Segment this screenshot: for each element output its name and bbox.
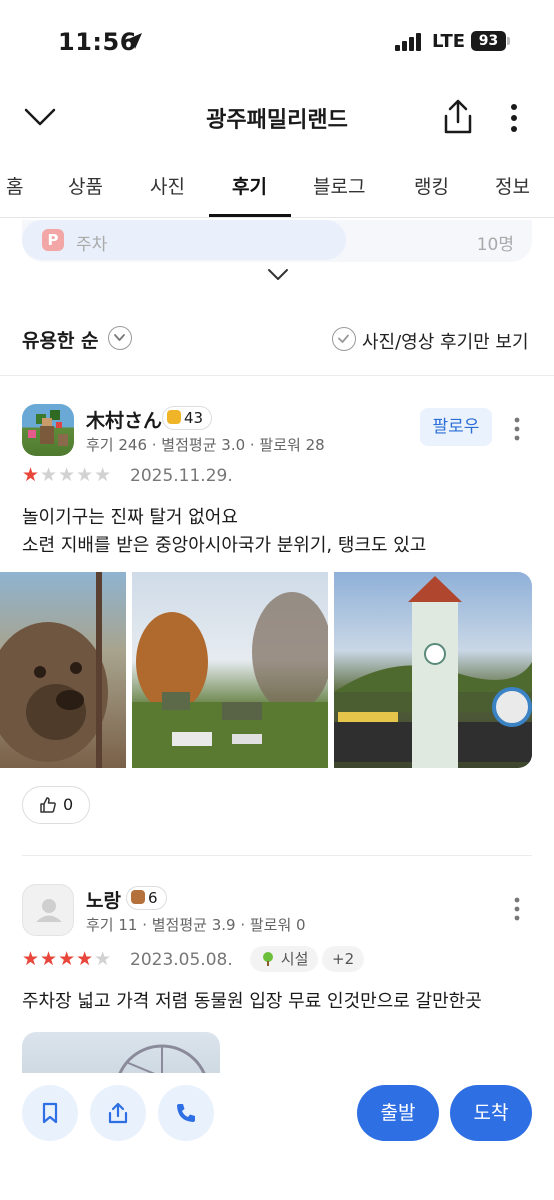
more-vertical-icon[interactable] — [502, 100, 526, 136]
more-tags-chip[interactable]: +2 — [322, 946, 365, 972]
network-type: LTE — [432, 31, 466, 52]
parking-icon: P — [42, 229, 64, 251]
status-bar: 11:56 LTE 93 — [0, 0, 554, 84]
keyword-stat-row[interactable]: P 주차 10명 — [22, 220, 532, 262]
check-circle-icon[interactable] — [332, 327, 356, 351]
call-button[interactable] — [158, 1085, 214, 1141]
tab-reviews[interactable]: 후기 — [232, 172, 267, 199]
review-more-icon[interactable] — [510, 896, 524, 922]
review-text-line: 놀이기구는 진짜 탈거 없어요 — [22, 507, 238, 528]
arrive-button[interactable]: 도착 — [450, 1085, 532, 1141]
photo-filter-label: 사진/영상 후기만 보기 — [362, 332, 529, 353]
sort-row: 유용한 순 사진/영상 후기만 보기 — [0, 318, 554, 360]
level-badge: 43 — [162, 406, 213, 430]
like-button[interactable]: 0 — [22, 786, 90, 824]
sort-dropdown-label[interactable]: 유용한 순 — [22, 326, 99, 353]
share-place-button[interactable] — [90, 1085, 146, 1141]
battery-icon: 93 — [471, 31, 506, 51]
review-card: 노랑 6 후기 11 · 별점평균 3.9 · 팔로워 0 ★★★★★ 2023… — [0, 856, 554, 1073]
reviewer-stats: 후기 11 · 별점평균 3.9 · 팔로워 0 — [86, 916, 306, 934]
bookmark-icon — [42, 1102, 58, 1124]
battery-tip — [507, 37, 510, 45]
review-date: 2023.05.08. — [130, 950, 233, 970]
review-card: 木村さん 43 후기 246 · 별점평균 3.0 · 팔로워 28 팔로우 ★… — [0, 376, 554, 854]
title-bar: 광주패밀리랜드 — [0, 88, 554, 148]
review-text[interactable]: 놀이기구는 진짜 탈거 없어요 소련 지배를 받은 중앙아시아국가 분위기, 탱… — [22, 504, 426, 560]
keyword-tag[interactable]: 시설 — [250, 946, 319, 972]
share-icon — [108, 1102, 128, 1124]
tab-home[interactable]: 홈 — [6, 172, 23, 199]
review-text[interactable]: 주차장 넓고 가격 저렴 동물원 입장 무료 인것만으로 갈만한곳 — [22, 988, 482, 1016]
signal-icon — [395, 33, 421, 51]
reviewer-stats: 후기 246 · 별점평균 3.0 · 팔로워 28 — [86, 436, 325, 454]
review-text-line: 소련 지배를 받은 중앙아시아국가 분위기, 탱크도 있고 — [22, 535, 427, 556]
tree-icon — [263, 952, 273, 966]
level-bronze-icon — [131, 890, 145, 904]
star-rating: ★★★★★ — [22, 948, 113, 970]
keyword-label: 주차 — [76, 235, 108, 255]
tab-photos[interactable]: 사진 — [150, 172, 185, 199]
review-date: 2025.11.29. — [130, 466, 233, 486]
tab-blog[interactable]: 블로그 — [313, 172, 365, 199]
share-icon[interactable] — [440, 98, 476, 136]
avatar[interactable] — [22, 404, 74, 456]
tab-products[interactable]: 상품 — [68, 172, 103, 199]
review-photo[interactable] — [0, 572, 126, 768]
review-more-icon[interactable] — [510, 416, 524, 442]
level-gold-icon — [167, 410, 181, 424]
avatar[interactable] — [22, 884, 74, 936]
bottom-action-bar: 출발 도착 — [0, 1073, 554, 1200]
like-count: 0 — [63, 795, 74, 814]
phone-icon — [177, 1104, 195, 1122]
star-rating: ★★★★★ — [22, 464, 113, 486]
review-photo[interactable] — [132, 572, 328, 768]
reviewer-name[interactable]: 木村さん — [86, 406, 162, 433]
depart-button[interactable]: 출발 — [357, 1085, 439, 1141]
location-arrow-icon — [126, 33, 142, 49]
follow-button[interactable]: 팔로우 — [420, 408, 492, 446]
expand-chevron-icon[interactable] — [266, 266, 290, 282]
reviewer-name[interactable]: 노랑 — [86, 886, 121, 913]
review-photo[interactable] — [334, 572, 532, 768]
review-photo[interactable] — [22, 1032, 220, 1073]
sort-chevron-icon[interactable] — [108, 326, 132, 350]
active-tab-indicator — [209, 214, 291, 217]
tab-info[interactable]: 정보 — [495, 172, 530, 199]
tab-bar: 홈 상품 사진 후기 블로그 랭킹 정보 — [0, 160, 554, 218]
level-number: 43 — [184, 409, 204, 427]
tab-ranking[interactable]: 랭킹 — [414, 172, 449, 199]
keyword-tag-label: 시설 — [280, 950, 309, 968]
level-badge: 6 — [126, 886, 167, 910]
keyword-count: 10명 — [476, 235, 514, 255]
keyword-stat-bar — [22, 220, 346, 260]
level-number: 6 — [148, 889, 158, 907]
bookmark-button[interactable] — [22, 1085, 78, 1141]
thumbs-up-icon — [40, 797, 56, 813]
